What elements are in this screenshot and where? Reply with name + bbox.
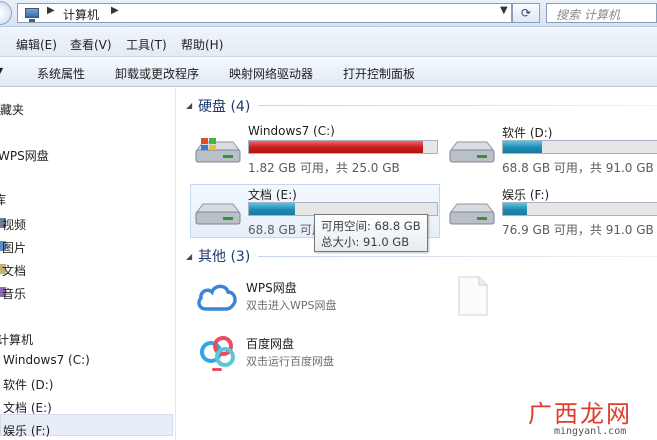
group-title-other[interactable]: 其他 (3) bbox=[198, 246, 250, 266]
sidebar-item-computer[interactable]: 计算机 bbox=[0, 331, 33, 348]
forward-button[interactable] bbox=[0, 1, 12, 25]
drive-name: Windows7 (C:) bbox=[248, 124, 335, 138]
usage-bar bbox=[502, 140, 657, 154]
hard-drive-icon bbox=[449, 141, 495, 163]
watermark-url: mingyanl.com bbox=[554, 426, 627, 437]
address-bar: ▶ 计算机 ▶ ▼ ⟳ 搜索 计算机 bbox=[0, 0, 657, 27]
chevron-right-icon[interactable]: ▶ bbox=[47, 5, 55, 16]
search-input[interactable]: 搜索 计算机 bbox=[546, 3, 657, 23]
sidebar-item-wps[interactable]: WPS网盘 bbox=[0, 147, 49, 164]
tooltip-total-size: 总大小: 91.0 GB bbox=[321, 235, 410, 249]
usage-fill bbox=[249, 141, 424, 153]
windows-drive-icon bbox=[195, 138, 241, 163]
usage-bar bbox=[502, 202, 657, 216]
item-title: 百度网盘 bbox=[246, 337, 295, 351]
sidebar-item-videos[interactable]: 视频 bbox=[2, 216, 26, 233]
command-bar: ▼ 系统属性 卸载或更改程序 映射网络驱动器 打开控制面板 bbox=[0, 57, 657, 87]
group-divider bbox=[258, 105, 657, 106]
uninstall-program-button[interactable]: 卸载或更改程序 bbox=[115, 65, 199, 82]
sidebar-item-drive-e[interactable]: 文档 (E:) bbox=[3, 399, 52, 416]
group-title-hard-disks[interactable]: 硬盘 (4) bbox=[198, 96, 250, 116]
chevron-down-icon[interactable]: ▼ bbox=[0, 66, 3, 75]
item-subtitle: 双击运行百度网盘 bbox=[246, 355, 334, 368]
wps-cloud-icon bbox=[197, 284, 237, 311]
tooltip-free-space: 可用空间: 68.8 GB bbox=[321, 219, 421, 233]
chevron-down-icon[interactable]: ▼ bbox=[500, 5, 508, 16]
baidu-cloud-icon bbox=[200, 336, 235, 371]
menu-view[interactable]: 查看(V) bbox=[70, 36, 112, 53]
refresh-button[interactable]: ⟳ bbox=[512, 3, 540, 23]
sidebar-item-drive-f[interactable]: 娱乐 (F:) bbox=[3, 422, 50, 439]
sidebar-item-library[interactable]: 库 bbox=[0, 191, 6, 208]
hard-drive-icon bbox=[449, 203, 495, 225]
menu-edit[interactable]: 编辑(E) bbox=[16, 36, 57, 53]
drive-info: 76.9 GB 可用，共 91.0 GB bbox=[502, 223, 654, 237]
sidebar-item-drive-c[interactable]: Windows7 (C:) bbox=[3, 353, 90, 367]
item-title: WPS网盘 bbox=[246, 281, 297, 295]
sidebar-item-music[interactable]: 音乐 bbox=[2, 285, 26, 302]
system-properties-button[interactable]: 系统属性 bbox=[37, 65, 85, 82]
menu-help[interactable]: 帮助(H) bbox=[181, 36, 223, 53]
drive-info: 1.82 GB 可用，共 25.0 GB bbox=[248, 161, 400, 175]
sidebar-item-favorites[interactable]: 收藏夹 bbox=[0, 101, 24, 118]
collapse-arrow-icon[interactable]: ◢ bbox=[186, 101, 192, 110]
drive-name: 文档 (E:) bbox=[248, 188, 297, 202]
refresh-icon: ⟳ bbox=[520, 6, 532, 20]
group-divider bbox=[258, 256, 657, 257]
open-control-panel-button[interactable]: 打开控制面板 bbox=[343, 65, 415, 82]
drive-name: 娱乐 (F:) bbox=[502, 188, 550, 202]
navigation-pane: 收藏夹 WPS网盘 库 视频 图片 文档 音乐 计算机 Windows7 (C:… bbox=[0, 88, 175, 440]
computer-icon bbox=[25, 8, 39, 22]
usage-fill bbox=[249, 203, 295, 215]
sidebar-item-documents[interactable]: 文档 bbox=[2, 262, 26, 279]
pane-divider[interactable] bbox=[175, 88, 176, 440]
sidebar-item-pictures[interactable]: 图片 bbox=[2, 239, 26, 256]
watermark: 广西龙网 mingyanl.com bbox=[520, 394, 657, 440]
item-subtitle: 双击进入WPS网盘 bbox=[246, 299, 337, 312]
watermark-text: 广西龙网 bbox=[528, 400, 632, 428]
drive-tooltip: 可用空间: 68.8 GB 总大小: 91.0 GB bbox=[314, 214, 428, 252]
drive-name: 软件 (D:) bbox=[502, 126, 553, 140]
usage-fill bbox=[503, 141, 542, 153]
breadcrumb-computer[interactable]: 计算机 bbox=[63, 6, 99, 23]
address-input[interactable]: ▶ 计算机 ▶ ▼ bbox=[17, 3, 512, 23]
menu-tools[interactable]: 工具(T) bbox=[126, 36, 167, 53]
collapse-arrow-icon[interactable]: ◢ bbox=[186, 252, 192, 261]
drive-info: 68.8 GB 可用，共 91.0 GB bbox=[502, 161, 654, 175]
map-network-drive-button[interactable]: 映射网络驱动器 bbox=[229, 65, 313, 82]
hard-drive-icon bbox=[195, 203, 241, 225]
chevron-right-icon[interactable]: ▶ bbox=[111, 5, 119, 16]
usage-fill bbox=[503, 203, 528, 215]
menu-bar: 编辑(E) 查看(V) 工具(T) 帮助(H) bbox=[0, 27, 657, 57]
file-icon[interactable] bbox=[457, 275, 489, 317]
sidebar-item-drive-d[interactable]: 软件 (D:) bbox=[3, 376, 53, 393]
search-placeholder: 搜索 计算机 bbox=[556, 8, 620, 22]
usage-bar bbox=[248, 140, 438, 154]
